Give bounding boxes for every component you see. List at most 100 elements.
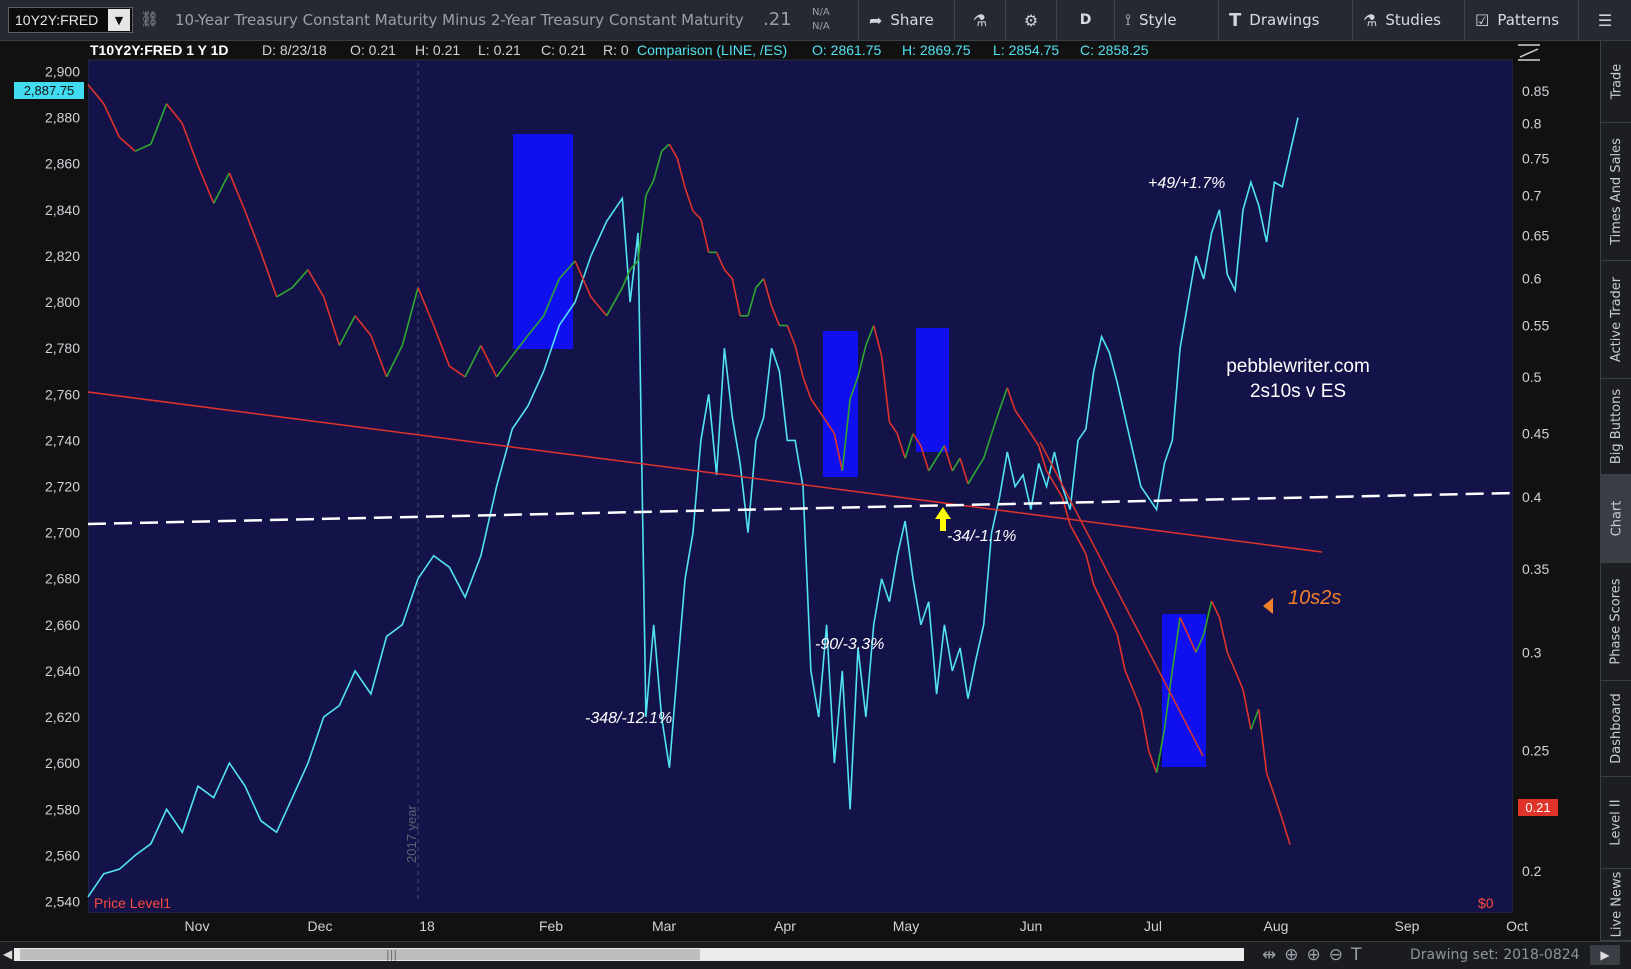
left-tick-label: 2,720 — [45, 479, 80, 495]
right-tick-label: 0.6 — [1522, 271, 1542, 287]
scroll-grip-icon[interactable]: ||| — [386, 948, 397, 961]
right-tick-label: 0.25 — [1522, 743, 1549, 759]
left-tick-label: 2,540 — [45, 893, 80, 909]
style-icon: ⟟ — [1125, 10, 1131, 29]
header-close: C: 0.21 — [541, 42, 586, 58]
highlight-box-may — [916, 328, 949, 452]
right-tick-label: 0.85 — [1522, 83, 1549, 99]
site-label: pebblewriter.com — [1226, 356, 1370, 377]
right-tick-label: 0.55 — [1522, 318, 1549, 334]
side-tab-times-and-sales[interactable]: Times And Sales — [1601, 123, 1631, 261]
scroll-right-icon[interactable]: ▶ — [1590, 945, 1620, 965]
header-comparison: Comparison (LINE, /ES) — [637, 42, 787, 58]
chart-svg[interactable]: T10Y2Y:FRED 1 Y 1D D: 8/23/18 O: 0.21 H:… — [0, 41, 1600, 941]
side-tab-label: Trade — [1609, 63, 1624, 100]
side-tab-live-news[interactable]: Live News — [1601, 869, 1631, 941]
link-icon[interactable]: ⛓ — [140, 10, 159, 28]
bid-ask-na: N/A N/A — [812, 6, 830, 34]
symbol-selector[interactable]: 10Y2Y:FRED ▼ — [8, 7, 133, 33]
x-tick-label: 18 — [419, 918, 435, 934]
flask-button[interactable]: ⚗ — [955, 0, 1006, 40]
x-tick-label: Nov — [185, 918, 210, 934]
left-tick-label: 2,800 — [45, 294, 80, 310]
side-tab-label: Phase Scores — [1609, 578, 1625, 665]
left-tick-label: 2,680 — [45, 571, 80, 587]
left-tick-label: 2,700 — [45, 525, 80, 541]
x-tick-label: May — [893, 918, 919, 934]
year-marker-label: 2017 year — [404, 805, 419, 863]
x-tick-label: Apr — [774, 918, 796, 934]
left-tick-label: 2,600 — [45, 755, 80, 771]
period-button[interactable]: D — [1057, 0, 1115, 40]
header-low: L: 0.21 — [478, 42, 521, 58]
right-tick-label: 0.75 — [1522, 150, 1549, 166]
price-level-label: Price Level1 — [94, 895, 171, 911]
chevron-down-icon[interactable]: ▼ — [108, 9, 130, 31]
gear-icon: ⚙ — [1023, 10, 1039, 30]
drawings-button[interactable]: T Drawings — [1219, 0, 1353, 40]
style-label: Style — [1138, 11, 1177, 29]
right-tick-label: 0.45 — [1522, 426, 1549, 442]
settings-button[interactable]: ⚙ — [1006, 0, 1057, 40]
drawing-set-label[interactable]: Drawing set: 2018-0824 — [1410, 947, 1580, 963]
scroll-left-icon[interactable]: ◀ — [3, 947, 12, 961]
left-tick-label: 2,760 — [45, 386, 80, 402]
menu-button[interactable]: ☰ — [1579, 0, 1631, 40]
patterns-button[interactable]: ☑ Patterns — [1465, 0, 1579, 40]
drawings-label: Drawings — [1249, 11, 1320, 29]
header-comp-open: O: 2861.75 — [812, 42, 881, 58]
text-tool-icon[interactable]: T — [1351, 945, 1369, 965]
share-button[interactable]: ➦ Share — [858, 0, 955, 40]
plot-background[interactable] — [87, 59, 1514, 914]
left-tick-label: 2,640 — [45, 663, 80, 679]
x-tick-label: Oct — [1506, 918, 1528, 934]
annotation-34: -34/-1.1% — [947, 528, 1016, 545]
left-tick-label: 2,900 — [45, 64, 80, 80]
left-tick-label: 2,880 — [45, 110, 80, 126]
bid-na: N/A — [812, 7, 830, 18]
annotation-49: +49/+1.7% — [1148, 175, 1225, 192]
label-10s2s: 10s2s — [1288, 587, 1341, 609]
ask-na: N/A — [812, 21, 830, 32]
flask-icon: ⚗ — [972, 10, 988, 30]
x-tick-label: Jul — [1144, 918, 1162, 934]
side-tab-label: Chart — [1609, 500, 1625, 537]
x-tick-label: Aug — [1264, 918, 1289, 934]
header-comp-close: C: 2858.25 — [1080, 42, 1149, 58]
patterns-label: Patterns — [1497, 11, 1560, 29]
side-tab-active-trader[interactable]: Active Trader — [1601, 261, 1631, 379]
right-price-badge: 0.21 — [1525, 800, 1550, 815]
left-tick-label: 2,740 — [45, 432, 80, 448]
zero-dollar-label: $0 — [1478, 895, 1494, 911]
zoom-in-icon[interactable]: ⊕ — [1307, 945, 1329, 965]
side-tab-trade[interactable]: Trade — [1601, 41, 1631, 123]
right-sidebar: Trade Times And Sales Active Trader Big But… — [1600, 41, 1631, 941]
flask-icon: ⚗ — [1363, 10, 1378, 30]
crosshair-icon[interactable]: ⊕ — [1284, 945, 1306, 965]
patterns-icon: ☑ — [1475, 10, 1490, 30]
annotation-348: -348/-12.1% — [585, 710, 672, 727]
side-tab-label: Times And Sales — [1609, 138, 1624, 245]
header-comp-low: L: 2854.75 — [993, 42, 1059, 58]
chart-area[interactable]: T10Y2Y:FRED 1 Y 1D D: 8/23/18 O: 0.21 H:… — [0, 41, 1600, 941]
symbol-text[interactable]: 10Y2Y:FRED — [9, 12, 108, 28]
side-tab-level-ii[interactable]: Level II — [1601, 777, 1631, 869]
pan-icon[interactable]: ⇹ — [1262, 945, 1284, 965]
period-label: D — [1079, 12, 1092, 28]
studies-button[interactable]: ⚗ Studies — [1353, 0, 1465, 40]
text-tool-icon: T — [1229, 9, 1242, 31]
side-tab-dashboard[interactable]: Dashboard — [1601, 681, 1631, 777]
side-tab-big-buttons[interactable]: Big Buttons — [1601, 379, 1631, 475]
right-tick-label: 0.65 — [1522, 227, 1549, 243]
symbol-description: 10-Year Treasury Constant Maturity Minus… — [175, 11, 744, 29]
style-button[interactable]: ⟟ Style — [1115, 0, 1219, 40]
zoom-out-icon[interactable]: ⊖ — [1329, 945, 1351, 965]
side-tab-chart[interactable]: Chart — [1601, 475, 1631, 563]
x-tick-label: Sep — [1395, 918, 1420, 934]
x-tick-label: Feb — [539, 918, 563, 934]
top-toolbar: 10Y2Y:FRED ▼ ⛓ 10-Year Treasury Constant… — [0, 0, 1631, 41]
side-tab-label: Big Buttons — [1609, 388, 1625, 465]
side-tab-phase-scores[interactable]: Phase Scores — [1601, 563, 1631, 681]
scroll-thumb[interactable] — [20, 949, 700, 960]
last-value: .21 — [763, 9, 792, 30]
